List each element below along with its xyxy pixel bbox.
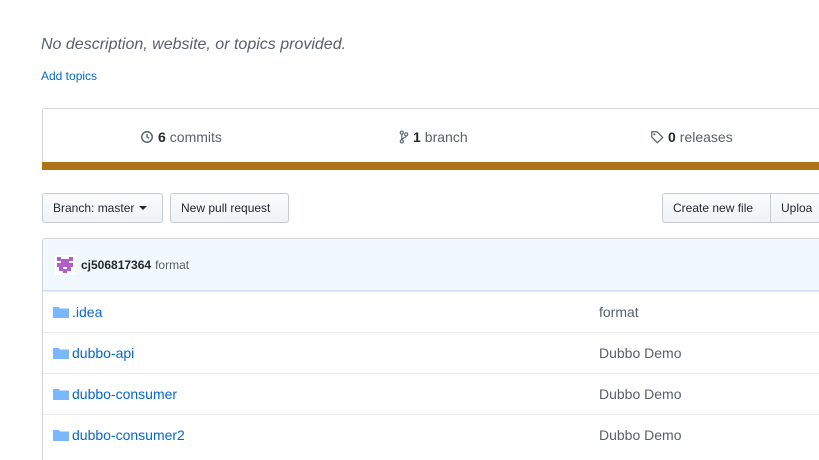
commit-author[interactable]: cj506817364 bbox=[81, 258, 151, 272]
upload-files-button[interactable]: Uploa bbox=[770, 193, 819, 223]
language-bar[interactable] bbox=[42, 162, 819, 170]
branch-label: branch bbox=[424, 128, 468, 145]
folder-icon bbox=[53, 430, 69, 441]
commits-link[interactable]: 6 commits bbox=[140, 109, 222, 164]
branch-select-button[interactable]: Branch: master bbox=[42, 193, 163, 223]
history-icon bbox=[141, 130, 153, 143]
file-row: .idea format bbox=[43, 291, 819, 332]
commits-label: commits bbox=[169, 128, 222, 145]
new-pull-request-button[interactable]: New pull request bbox=[170, 193, 289, 223]
add-topics-link[interactable]: Add topics bbox=[41, 69, 97, 83]
file-row: dubbo-consumer2 Dubbo Demo bbox=[43, 414, 819, 455]
avatar[interactable] bbox=[55, 254, 75, 275]
caret-down-icon bbox=[139, 206, 148, 210]
file-name[interactable]: dubbo-consumer2 bbox=[72, 427, 185, 443]
repo-summary: 6 commits 1 branch 0 releases bbox=[42, 108, 819, 170]
file-name[interactable]: dubbo-api bbox=[72, 345, 134, 361]
commits-count: 6 bbox=[158, 128, 166, 145]
create-new-file-button[interactable]: Create new file bbox=[662, 193, 771, 223]
repo-description: No description, website, or topics provi… bbox=[41, 36, 347, 53]
releases-link[interactable]: 0 releases bbox=[650, 109, 733, 164]
file-commit-message[interactable]: Dubbo Demo bbox=[599, 345, 682, 361]
file-list: cj506817364 format .idea format dubbo-ap… bbox=[42, 238, 819, 460]
file-row: dubbo-consumer Dubbo Demo bbox=[43, 373, 819, 414]
latest-commit-bar: cj506817364 format bbox=[43, 239, 819, 291]
file-row: dubbo-api Dubbo Demo bbox=[43, 332, 819, 373]
tag-icon bbox=[651, 130, 664, 144]
releases-label: releases bbox=[679, 128, 733, 145]
file-commit-message[interactable]: format bbox=[599, 304, 639, 320]
file-name[interactable]: dubbo-consumer bbox=[72, 386, 177, 402]
folder-icon bbox=[53, 348, 69, 359]
branch-select-label: Branch: master bbox=[53, 201, 135, 215]
releases-count: 0 bbox=[668, 128, 676, 145]
file-name[interactable]: .idea bbox=[72, 304, 102, 320]
folder-icon bbox=[53, 389, 69, 400]
commit-message[interactable]: format bbox=[155, 258, 189, 272]
branches-link[interactable]: 1 branch bbox=[399, 109, 468, 164]
folder-icon bbox=[53, 307, 69, 318]
branch-icon bbox=[399, 129, 409, 144]
file-commit-message[interactable]: Dubbo Demo bbox=[599, 427, 682, 443]
file-commit-message[interactable]: Dubbo Demo bbox=[599, 386, 682, 402]
branch-count: 1 bbox=[413, 128, 421, 145]
